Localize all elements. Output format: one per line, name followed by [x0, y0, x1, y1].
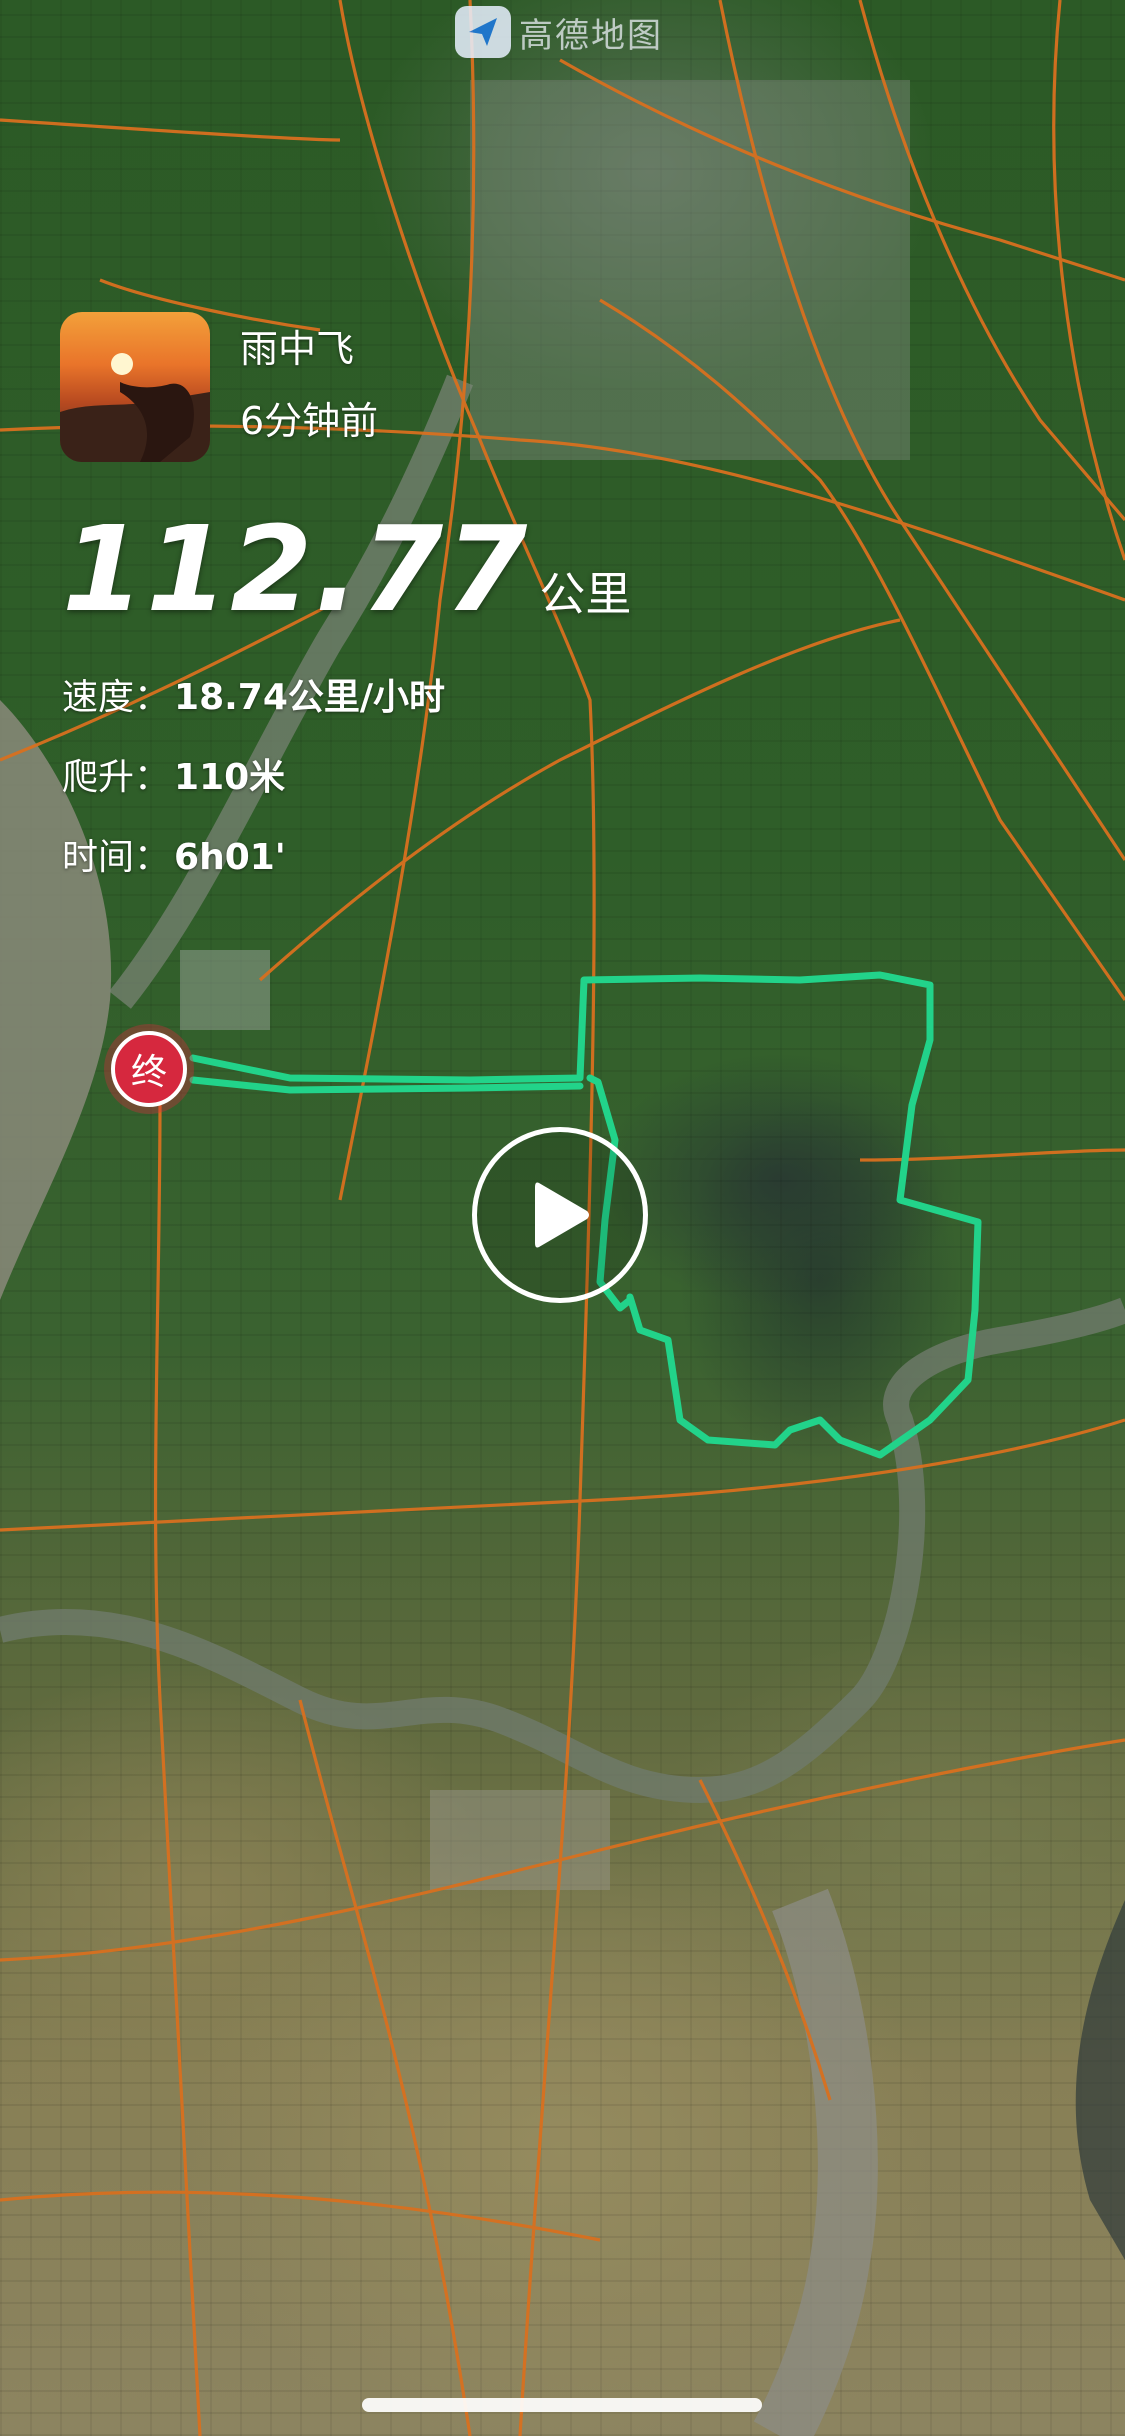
- speed-label: 速度：: [62, 677, 171, 718]
- stat-time: 时间： 6h01': [62, 828, 286, 880]
- home-indicator[interactable]: [362, 2398, 762, 2412]
- stat-climb: 爬升： 110米: [62, 748, 285, 800]
- play-icon: [535, 1182, 589, 1248]
- town-area-south: [430, 1790, 610, 1890]
- town-area: [180, 950, 270, 1030]
- user-name: 雨中飞: [240, 327, 355, 371]
- speed-value: 18.74公里/小时: [174, 677, 446, 718]
- distance-display: 112.77 公里: [62, 500, 631, 638]
- climb-label: 爬升：: [62, 757, 171, 798]
- distance-value: 112.77: [62, 500, 530, 638]
- amap-watermark: 高德地图: [455, 6, 663, 58]
- end-point-marker[interactable]: 终: [104, 1024, 194, 1114]
- time-label: 时间：: [62, 837, 171, 878]
- distance-unit: 公里: [539, 567, 632, 621]
- play-button[interactable]: [472, 1127, 648, 1303]
- watermark-text: 高德地图: [519, 15, 663, 56]
- post-time: 6分钟前: [240, 399, 379, 443]
- river-main: [0, 1297, 1125, 1804]
- city-area: [470, 80, 910, 460]
- stat-speed: 速度： 18.74公里/小时: [62, 668, 445, 720]
- climb-value: 110米: [174, 757, 286, 798]
- time-value: 6h01': [174, 837, 286, 878]
- user-avatar[interactable]: [60, 312, 210, 462]
- track-share-screen: 高德地图 雨中飞 6分钟前 112.77 公里 速度： 18.74公里/小时 爬升…: [0, 0, 1125, 2436]
- end-marker-label: 终: [111, 1031, 187, 1107]
- amap-logo-icon: [455, 6, 511, 58]
- river-southeast: [1075, 1900, 1125, 2260]
